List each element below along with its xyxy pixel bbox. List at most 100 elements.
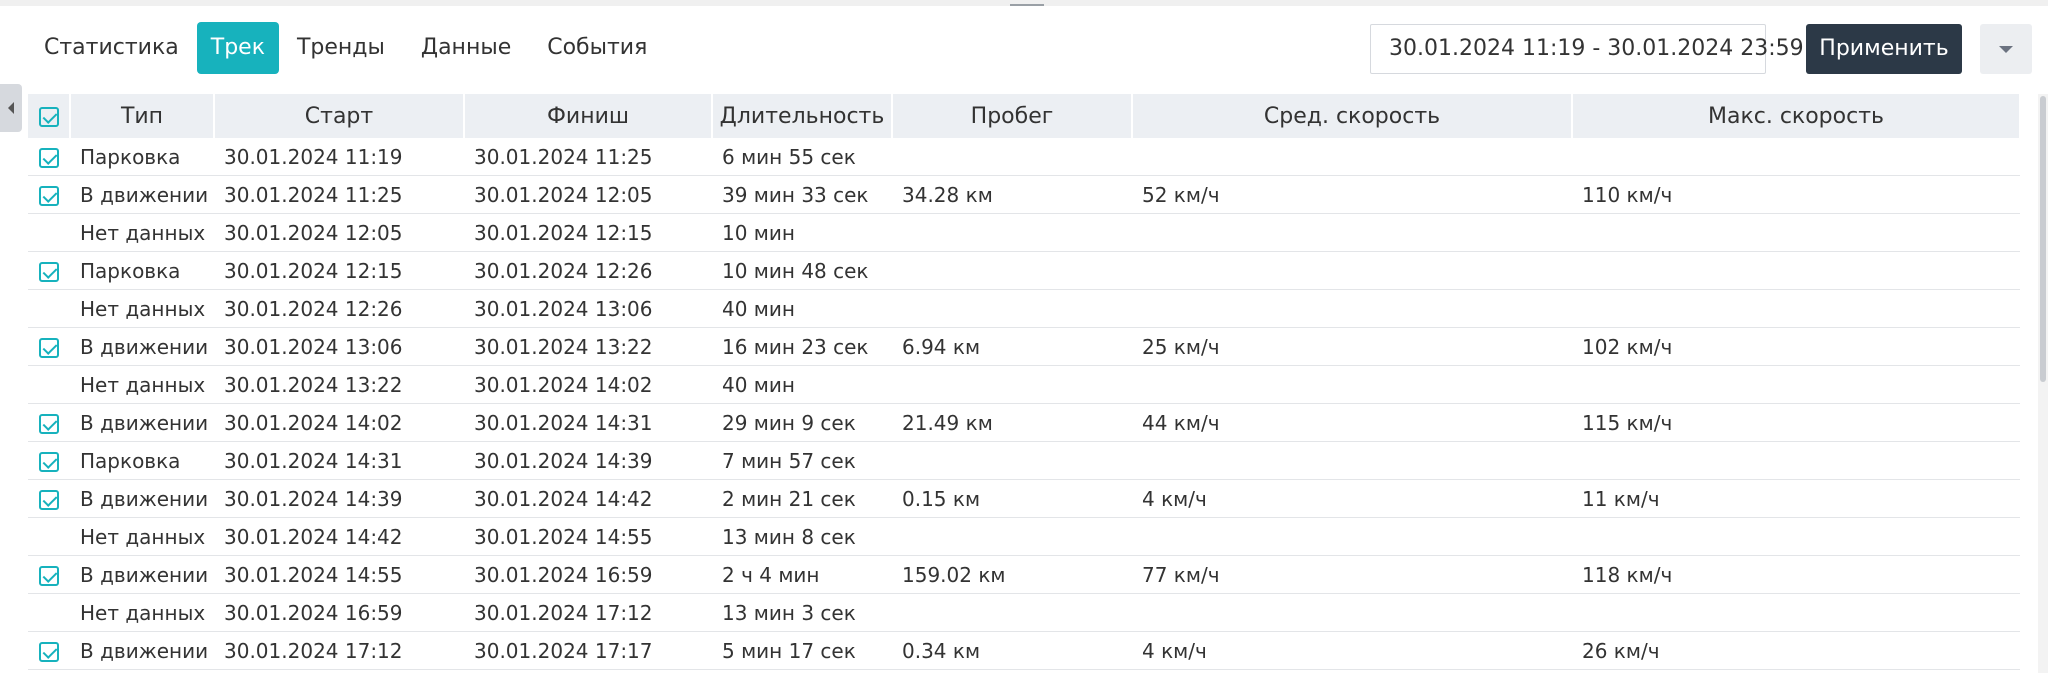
cell-avg-speed — [1132, 289, 1572, 328]
drag-handle-icon[interactable] — [1010, 0, 1044, 6]
row-checkbox[interactable] — [28, 403, 70, 442]
cell-distance: 21.49 км — [892, 403, 1132, 442]
checkbox-checked-icon — [39, 262, 59, 282]
cell-start: 30.01.2024 11:25 — [214, 175, 464, 214]
cell-duration: 40 мин — [712, 289, 892, 328]
row-checkbox[interactable] — [28, 327, 70, 366]
cell-duration: 2 ч 4 мин — [712, 555, 892, 594]
date-range-input[interactable]: 30.01.2024 11:19 - 30.01.2024 23:59 — [1370, 24, 1804, 74]
row-checkbox[interactable] — [28, 555, 70, 594]
table-row[interactable]: Нет данных 30.01.2024 14:42 30.01.2024 14:… — [28, 517, 2020, 556]
table-row[interactable]: В движении 30.01.2024 14:39 30.01.2024 14:… — [28, 479, 2020, 518]
tab-track[interactable]: Трек — [196, 22, 279, 74]
cell-finish: 30.01.2024 14:39 — [464, 441, 712, 480]
cell-start: 30.01.2024 13:22 — [214, 365, 464, 404]
tab-data[interactable]: Данные — [403, 22, 529, 74]
cell-duration: 13 мин 8 сек — [712, 517, 892, 556]
cell-type: Нет данных — [70, 365, 214, 404]
row-checkbox[interactable] — [28, 479, 70, 518]
cell-distance — [892, 251, 1132, 290]
row-checkbox — [28, 593, 70, 632]
cell-max-speed — [1572, 251, 2020, 290]
row-checkbox[interactable] — [28, 138, 70, 176]
checkbox-checked-icon — [39, 566, 59, 586]
cell-finish: 30.01.2024 17:17 — [464, 631, 712, 670]
cell-max-speed — [1572, 593, 2020, 632]
cell-distance — [892, 213, 1132, 252]
tab-statistics[interactable]: Статистика — [26, 22, 197, 74]
cell-duration: 29 мин 9 сек — [712, 403, 892, 442]
cell-type: В движении — [70, 403, 214, 442]
cell-start: 30.01.2024 11:19 — [214, 138, 464, 176]
cell-avg-speed: 25 км/ч — [1132, 327, 1572, 366]
cell-avg-speed — [1132, 138, 1572, 176]
cell-duration: 5 мин 17 сек — [712, 631, 892, 670]
column-header-distance[interactable]: Пробег — [892, 94, 1133, 138]
cell-duration: 10 мин — [712, 213, 892, 252]
cell-finish: 30.01.2024 13:06 — [464, 289, 712, 328]
cell-finish: 30.01.2024 14:42 — [464, 479, 712, 518]
column-header-max-speed[interactable]: Макс. скорость — [1572, 94, 2021, 138]
column-header-duration[interactable]: Длительность — [712, 94, 893, 138]
cell-avg-speed — [1132, 517, 1572, 556]
column-header-type[interactable]: Тип — [70, 94, 215, 138]
table-row[interactable]: В движении 30.01.2024 14:55 30.01.2024 16:… — [28, 555, 2020, 594]
cell-type: В движении — [70, 555, 214, 594]
cell-finish: 30.01.2024 14:31 — [464, 403, 712, 442]
cell-distance — [892, 593, 1132, 632]
options-dropdown-button[interactable] — [1980, 24, 2032, 74]
cell-max-speed — [1572, 138, 2020, 176]
cell-max-speed: 102 км/ч — [1572, 327, 2020, 366]
cell-duration: 39 мин 33 сек — [712, 175, 892, 214]
table-row[interactable]: В движении 30.01.2024 13:06 30.01.2024 13:… — [28, 327, 2020, 366]
top-resize-bar[interactable] — [0, 0, 2048, 6]
select-all-checkbox[interactable] — [28, 94, 71, 138]
cell-start: 30.01.2024 16:59 — [214, 593, 464, 632]
cell-type: В движении — [70, 479, 214, 518]
table-header-row: Тип Старт Финиш Длительность Пробег Сред… — [28, 94, 2021, 138]
cell-start: 30.01.2024 14:31 — [214, 441, 464, 480]
cell-max-speed — [1572, 441, 2020, 480]
cell-distance — [892, 289, 1132, 328]
cell-type: В движении — [70, 631, 214, 670]
row-checkbox[interactable] — [28, 631, 70, 670]
cell-type: Нет данных — [70, 213, 214, 252]
column-header-start[interactable]: Старт — [214, 94, 465, 138]
table-row[interactable]: Нет данных 30.01.2024 16:59 30.01.2024 17:… — [28, 593, 2020, 632]
cell-distance — [892, 138, 1132, 176]
cell-finish: 30.01.2024 14:55 — [464, 517, 712, 556]
cell-duration: 7 мин 57 сек — [712, 441, 892, 480]
table-row[interactable]: Нет данных 30.01.2024 12:26 30.01.2024 13:… — [28, 289, 2020, 328]
column-header-avg-speed[interactable]: Сред. скорость — [1132, 94, 1573, 138]
sidebar-collapse-button[interactable] — [0, 84, 22, 132]
cell-max-speed: 118 км/ч — [1572, 555, 2020, 594]
view-tabs: Статистика Трек Тренды Данные События — [26, 20, 665, 76]
scrollbar-thumb[interactable] — [2040, 96, 2046, 382]
cell-max-speed: 26 км/ч — [1572, 631, 2020, 670]
cell-distance: 6.94 км — [892, 327, 1132, 366]
row-checkbox[interactable] — [28, 175, 70, 214]
row-checkbox[interactable] — [28, 251, 70, 290]
table-row[interactable]: Парковка 30.01.2024 12:15 30.01.2024 12:26… — [28, 251, 2020, 290]
tab-events[interactable]: События — [529, 22, 665, 74]
column-header-finish[interactable]: Финиш — [464, 94, 713, 138]
table-row[interactable]: В движении 30.01.2024 14:02 30.01.2024 14:… — [28, 403, 2020, 442]
table-row[interactable]: Нет данных 30.01.2024 13:22 30.01.2024 14:… — [28, 365, 2020, 404]
cell-type: Парковка — [70, 441, 214, 480]
apply-button[interactable]: Применить — [1806, 24, 1962, 74]
table-row[interactable]: Парковка 30.01.2024 11:19 30.01.2024 11:25… — [28, 138, 2020, 176]
cell-finish: 30.01.2024 13:22 — [464, 327, 712, 366]
table-row[interactable]: Парковка 30.01.2024 14:31 30.01.2024 14:39… — [28, 441, 2020, 480]
table-row[interactable]: В движении 30.01.2024 17:12 30.01.2024 17:… — [28, 631, 2020, 670]
table-row[interactable]: Нет данных 30.01.2024 12:05 30.01.2024 12:… — [28, 213, 2020, 252]
cell-avg-speed — [1132, 441, 1572, 480]
cell-finish: 30.01.2024 14:02 — [464, 365, 712, 404]
checkbox-checked-icon — [39, 452, 59, 472]
cell-max-speed — [1572, 213, 2020, 252]
cell-start: 30.01.2024 17:12 — [214, 631, 464, 670]
table-row[interactable]: В движении 30.01.2024 11:25 30.01.2024 12:… — [28, 175, 2020, 214]
tab-trends[interactable]: Тренды — [279, 22, 403, 74]
cell-avg-speed: 4 км/ч — [1132, 631, 1572, 670]
row-checkbox[interactable] — [28, 441, 70, 480]
cell-type: В движении — [70, 327, 214, 366]
